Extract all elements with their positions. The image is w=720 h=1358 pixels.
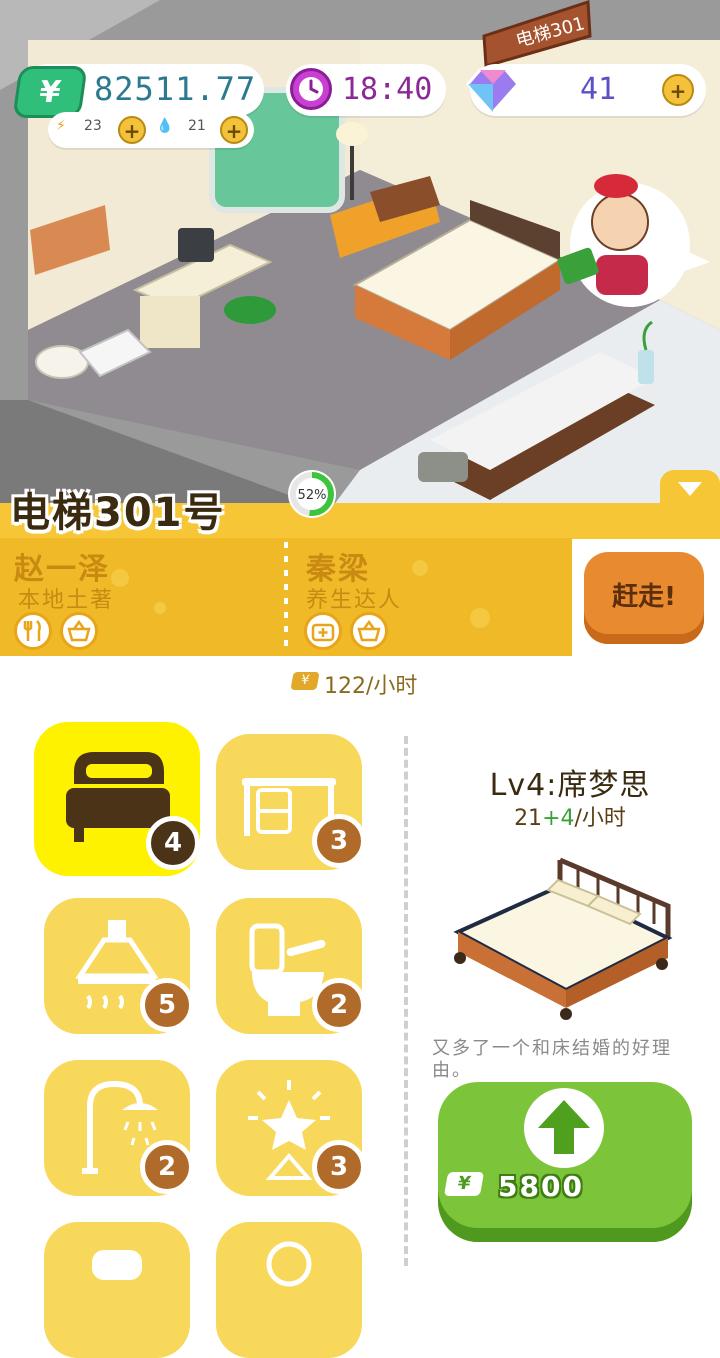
furniture-tile-toilet[interactable]: 2 (216, 898, 366, 1034)
resource-bar: ⚡ 23 + 💧 21 + (48, 112, 254, 148)
arrow-up-icon (524, 1088, 604, 1168)
furniture-level-badge: 2 (140, 1140, 194, 1194)
rate-unit: /小时 (574, 806, 626, 831)
upgrade-button[interactable]: ¥ 5800 (438, 1082, 692, 1242)
hourly-income: 122/小时 (324, 674, 418, 699)
energy-icon: ⚡ (56, 118, 66, 134)
diamond-icon (466, 68, 520, 115)
add-gems-button[interactable]: + (662, 74, 694, 106)
furniture-tile-bed[interactable]: 4 (34, 722, 200, 876)
furniture-tile-more-2[interactable] (216, 1222, 362, 1358)
furniture-level-title: Lv4:席梦思 (489, 768, 651, 803)
occupancy-progress: 52% (286, 468, 338, 520)
chevron-down-icon (678, 482, 702, 496)
panel-divider (404, 736, 408, 1266)
bed-preview-image (453, 857, 673, 1020)
furniture-tile-shower[interactable]: 2 (44, 1060, 194, 1196)
yen-icon: ¥ (290, 672, 320, 690)
gem-value: 41 (580, 72, 617, 107)
water-drop-icon: 💧 (156, 118, 174, 134)
tenant-ticket: 赵一泽 本地土著 秦梁 养生达人 (0, 538, 572, 656)
furniture-tile-range-hood[interactable]: 5 (44, 898, 194, 1034)
basket-icon (60, 612, 98, 650)
money-counter: ¥ 82511.77 (12, 64, 264, 118)
tenant-2-desc: 养生达人 (306, 588, 403, 613)
yen-icon: ¥ (443, 1172, 485, 1196)
furniture-tile-decor[interactable]: 3 (216, 1060, 366, 1196)
furniture-tile-more-1[interactable] (44, 1222, 190, 1358)
add-energy-button[interactable]: + (118, 116, 146, 144)
money-value: 82511.77 (94, 70, 257, 108)
furniture-level-badge: 3 (312, 814, 366, 868)
tenant-1-desc: 本地土著 (18, 588, 115, 613)
water-value: 21 (188, 118, 206, 134)
furniture-level-badge: 2 (312, 978, 366, 1032)
energy-value: 23 (84, 118, 102, 134)
clock-time: 18:40 (342, 72, 433, 107)
furniture-level-badge: 3 (312, 1140, 366, 1194)
basket-icon (350, 612, 388, 650)
fork-knife-icon (14, 612, 52, 650)
evict-button[interactable]: 赶走! (584, 552, 704, 644)
furniture-icon (266, 1241, 312, 1287)
furniture-tile-desk[interactable]: 3 (216, 734, 366, 870)
furniture-icon (92, 1250, 142, 1280)
furniture-income-rate: 21+4/小时 (420, 800, 720, 832)
rate-bonus: +4 (542, 806, 575, 831)
clock-icon (290, 68, 332, 110)
game-clock: 18:40 (286, 64, 446, 116)
yen-cash-icon: ¥ (12, 66, 88, 118)
progress-label: 52% (298, 488, 327, 503)
upgrade-cost: 5800 (498, 1170, 584, 1203)
collapse-panel-button[interactable] (660, 470, 720, 506)
gem-counter: 41 + (466, 64, 706, 116)
rate-base: 21 (514, 806, 543, 831)
room-title: 电梯301号 (10, 490, 226, 536)
furniture-level-badge: 4 (146, 816, 200, 870)
furniture-description: 又多了一个和床结婚的好理由。 (432, 1038, 672, 1081)
medkit-icon (304, 612, 342, 650)
furniture-level-badge: 5 (140, 978, 194, 1032)
add-water-button[interactable]: + (220, 116, 248, 144)
